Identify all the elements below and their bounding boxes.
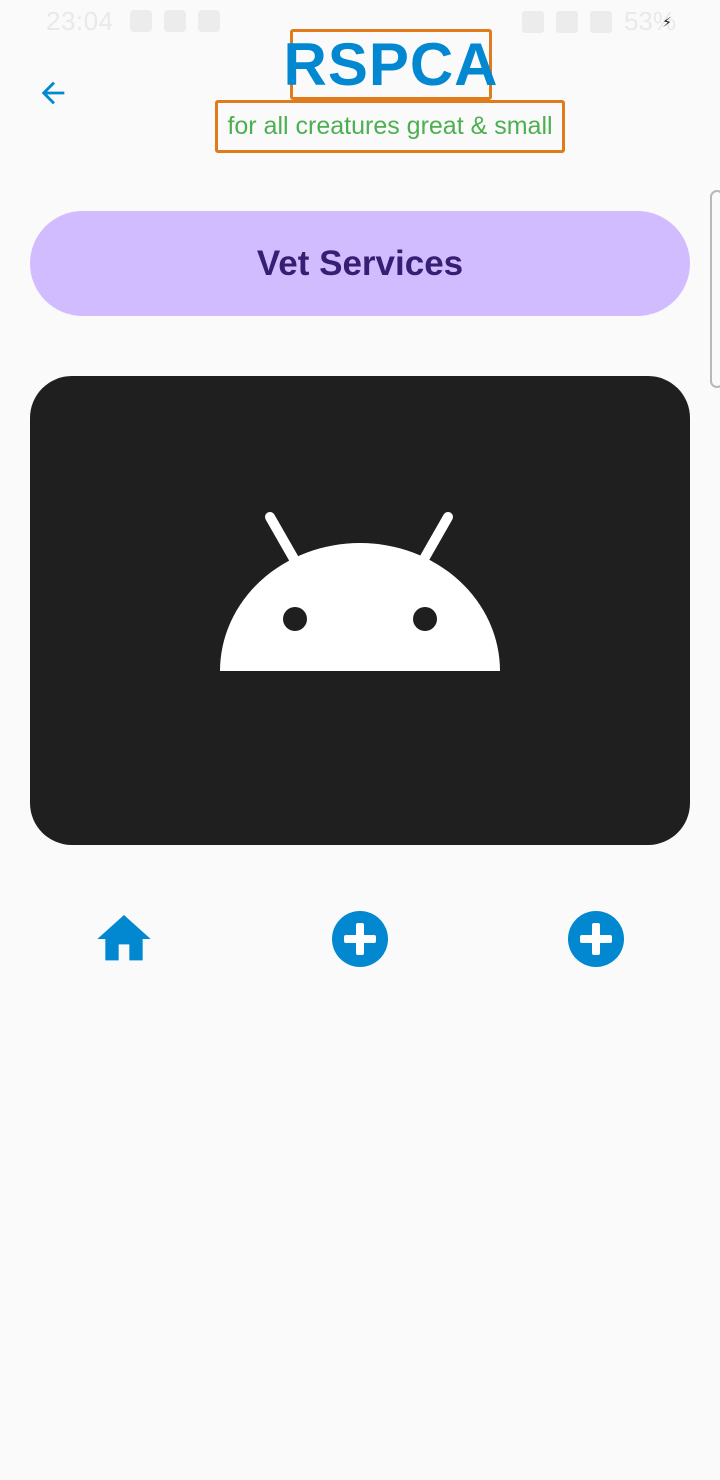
image-card: [30, 376, 690, 845]
back-button[interactable]: [30, 70, 76, 116]
arrow-left-icon: [41, 81, 65, 105]
alarm-icon: [521, 10, 544, 33]
android-placeholder-icon: [220, 512, 500, 671]
status-right: 53%: [521, 6, 676, 37]
nav-add-button-2[interactable]: [564, 907, 628, 971]
subtitle-highlight: for all creatures great & small: [215, 100, 565, 153]
cloud-icon: [198, 10, 220, 32]
add-circle-icon: [332, 911, 388, 967]
charging-icon: ⚡: [662, 14, 672, 30]
mail-icon: [130, 10, 152, 32]
signal-icon: [589, 10, 612, 33]
check-icon: [164, 10, 186, 32]
vet-services-button[interactable]: Vet Services: [30, 211, 690, 316]
scroll-indicator[interactable]: [710, 190, 720, 388]
status-time: 23:04: [46, 6, 114, 36]
wifi-icon: [555, 10, 578, 33]
notification-icons: [130, 10, 220, 32]
nav-add-button-1[interactable]: [328, 907, 392, 971]
add-circle-icon: [568, 911, 624, 967]
app-subtitle: for all creatures great & small: [227, 112, 553, 140]
title-highlight: RSPCA: [283, 29, 498, 100]
nav-home-button[interactable]: [92, 907, 156, 971]
home-icon: [97, 915, 151, 961]
app-screen: 23:04 53% ⚡ RSPCA for all creatures grea…: [0, 0, 720, 1480]
app-title: RSPCA: [283, 30, 499, 98]
